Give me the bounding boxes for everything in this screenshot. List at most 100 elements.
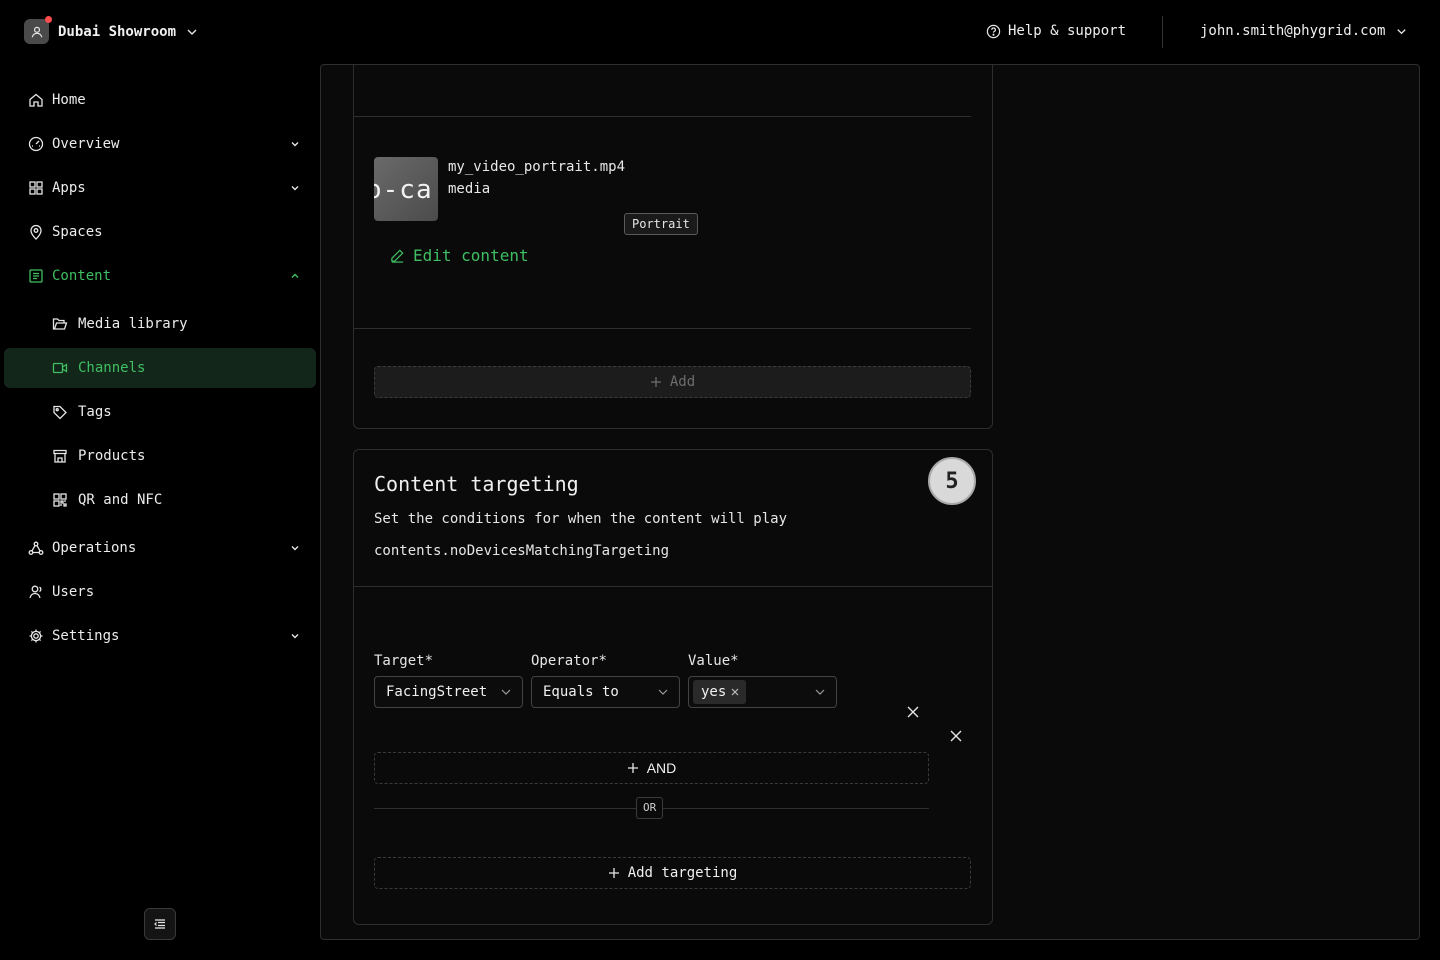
sidebar-item-media-library[interactable]: Media library (4, 304, 316, 344)
gear-icon (29, 629, 43, 643)
divider (354, 586, 992, 587)
sidebar-item-label: Channels (78, 360, 146, 376)
add-label: Add (669, 374, 696, 390)
sidebar-item-label: Home (52, 92, 86, 108)
sidebar-item-label: Overview (52, 136, 120, 152)
user-icon (31, 26, 42, 37)
chevron-down-icon (291, 142, 299, 147)
sidebar-item-overview[interactable]: Overview (4, 124, 316, 164)
sidebar-item-content[interactable]: Content (4, 256, 316, 296)
plus-icon (650, 377, 661, 387)
add-targeting-button[interactable]: Add targeting (374, 857, 971, 889)
sidebar-item-label: Tags (78, 404, 112, 420)
remove-group-icon[interactable] (949, 729, 963, 743)
chevron-down-icon (1397, 28, 1407, 34)
orientation-badge: Portrait (624, 213, 698, 235)
media-thumbnail: o-ca (374, 157, 438, 221)
tag-icon (53, 405, 67, 420)
value-select[interactable]: yes (688, 676, 837, 708)
user-email: john.smith@phygrid.com (1200, 23, 1386, 39)
divider (354, 116, 971, 117)
help-support-link[interactable]: Help & support (986, 23, 1126, 39)
top-bar: Dubai Showroom Help & support john.smith… (0, 0, 1440, 64)
chevron-down-icon (815, 689, 825, 695)
sidebar-item-spaces[interactable]: Spaces (4, 212, 316, 252)
add-and-condition-button[interactable]: AND (374, 752, 929, 784)
target-value: FacingStreet (386, 684, 488, 700)
video-icon (52, 362, 68, 374)
chevron-down-icon (291, 546, 299, 551)
org-name: Dubai Showroom (58, 23, 177, 40)
content-targeting-card: Content targeting 5 Set the conditions f… (353, 449, 993, 925)
remove-condition-icon[interactable] (906, 705, 920, 719)
sidebar-item-channels[interactable]: Channels (4, 348, 316, 388)
notification-dot (45, 16, 52, 23)
operator-value: Equals to (543, 684, 619, 700)
help-label: Help & support (1008, 23, 1127, 39)
sidebar-item-tags[interactable]: Tags (4, 392, 316, 432)
gauge-icon (28, 136, 44, 152)
folder-icon (52, 318, 68, 330)
sidebar-item-users[interactable]: Users (4, 572, 316, 612)
qr-icon (53, 493, 67, 507)
map-pin-icon (30, 224, 42, 240)
edit-content-label: Edit content (413, 246, 529, 265)
or-badge: OR (636, 797, 664, 819)
sidebar-item-home[interactable]: Home (4, 80, 316, 120)
sidebar-item-label: Content (52, 268, 112, 284)
remove-tag-icon[interactable] (730, 687, 740, 697)
sidebar-item-operations[interactable]: Operations (4, 528, 316, 568)
main-panel: o-ca my_video_portrait.mp4 media Portrai… (320, 64, 1420, 940)
sidebar-item-qr-nfc[interactable]: QR and NFC (4, 480, 316, 520)
operator-label: Operator* (531, 653, 607, 669)
value-label: Value* (688, 653, 739, 669)
org-avatar (24, 16, 52, 44)
sidebar: Home Overview Apps Spaces Content Media … (0, 64, 320, 960)
value-tag-label: yes (701, 684, 727, 700)
chevron-down-icon (658, 689, 668, 695)
section-title: Content targeting (374, 472, 579, 496)
collapse-sidebar-button[interactable] (144, 908, 176, 940)
users-icon (29, 585, 42, 599)
org-switcher[interactable]: Dubai Showroom (24, 16, 199, 44)
chevron-up-icon (291, 273, 299, 278)
network-icon (28, 541, 44, 555)
sidebar-item-label: Media library (78, 316, 188, 332)
value-tag: yes (693, 680, 747, 704)
and-label: AND (646, 760, 677, 776)
sidebar-item-products[interactable]: Products (4, 436, 316, 476)
sidebar-item-label: Users (52, 584, 95, 600)
target-select[interactable]: FacingStreet (374, 676, 523, 708)
step-number-badge: 5 (928, 457, 976, 505)
target-label: Target* (374, 653, 434, 669)
sidebar-item-settings[interactable]: Settings (4, 616, 316, 656)
chevron-down-icon (187, 29, 197, 35)
store-icon (53, 449, 67, 463)
targeting-message: contents.noDevicesMatchingTargeting (374, 543, 670, 559)
plus-icon (608, 868, 619, 878)
chevron-down-icon (291, 186, 299, 191)
thumbnail-text: o-ca (374, 175, 433, 205)
menu-collapse-icon (154, 919, 165, 929)
sidebar-item-label: Spaces (52, 224, 103, 240)
add-content-button[interactable]: Add (374, 366, 971, 398)
sidebar-item-apps[interactable]: Apps (4, 168, 316, 208)
add-targeting-label: Add targeting (627, 865, 738, 881)
user-menu[interactable]: john.smith@phygrid.com (1200, 23, 1408, 39)
media-card: o-ca my_video_portrait.mp4 media Portrai… (353, 65, 993, 429)
media-file-name: my_video_portrait.mp4 (448, 159, 626, 175)
section-description: Set the conditions for when the content … (374, 511, 788, 527)
edit-content-link[interactable]: Edit content (390, 246, 529, 265)
operator-select[interactable]: Equals to (531, 676, 680, 708)
pencil-icon (391, 249, 404, 263)
sidebar-item-label: Settings (52, 628, 120, 644)
sidebar-item-label: Operations (52, 540, 137, 556)
chevron-down-icon (501, 689, 511, 695)
help-circle-icon (986, 24, 1001, 38)
plus-icon (627, 763, 638, 773)
sidebar-item-label: Apps (52, 180, 86, 196)
divider (354, 328, 971, 329)
chevron-down-icon (291, 634, 299, 639)
sidebar-item-label: QR and NFC (78, 492, 163, 508)
home-icon (29, 93, 43, 107)
